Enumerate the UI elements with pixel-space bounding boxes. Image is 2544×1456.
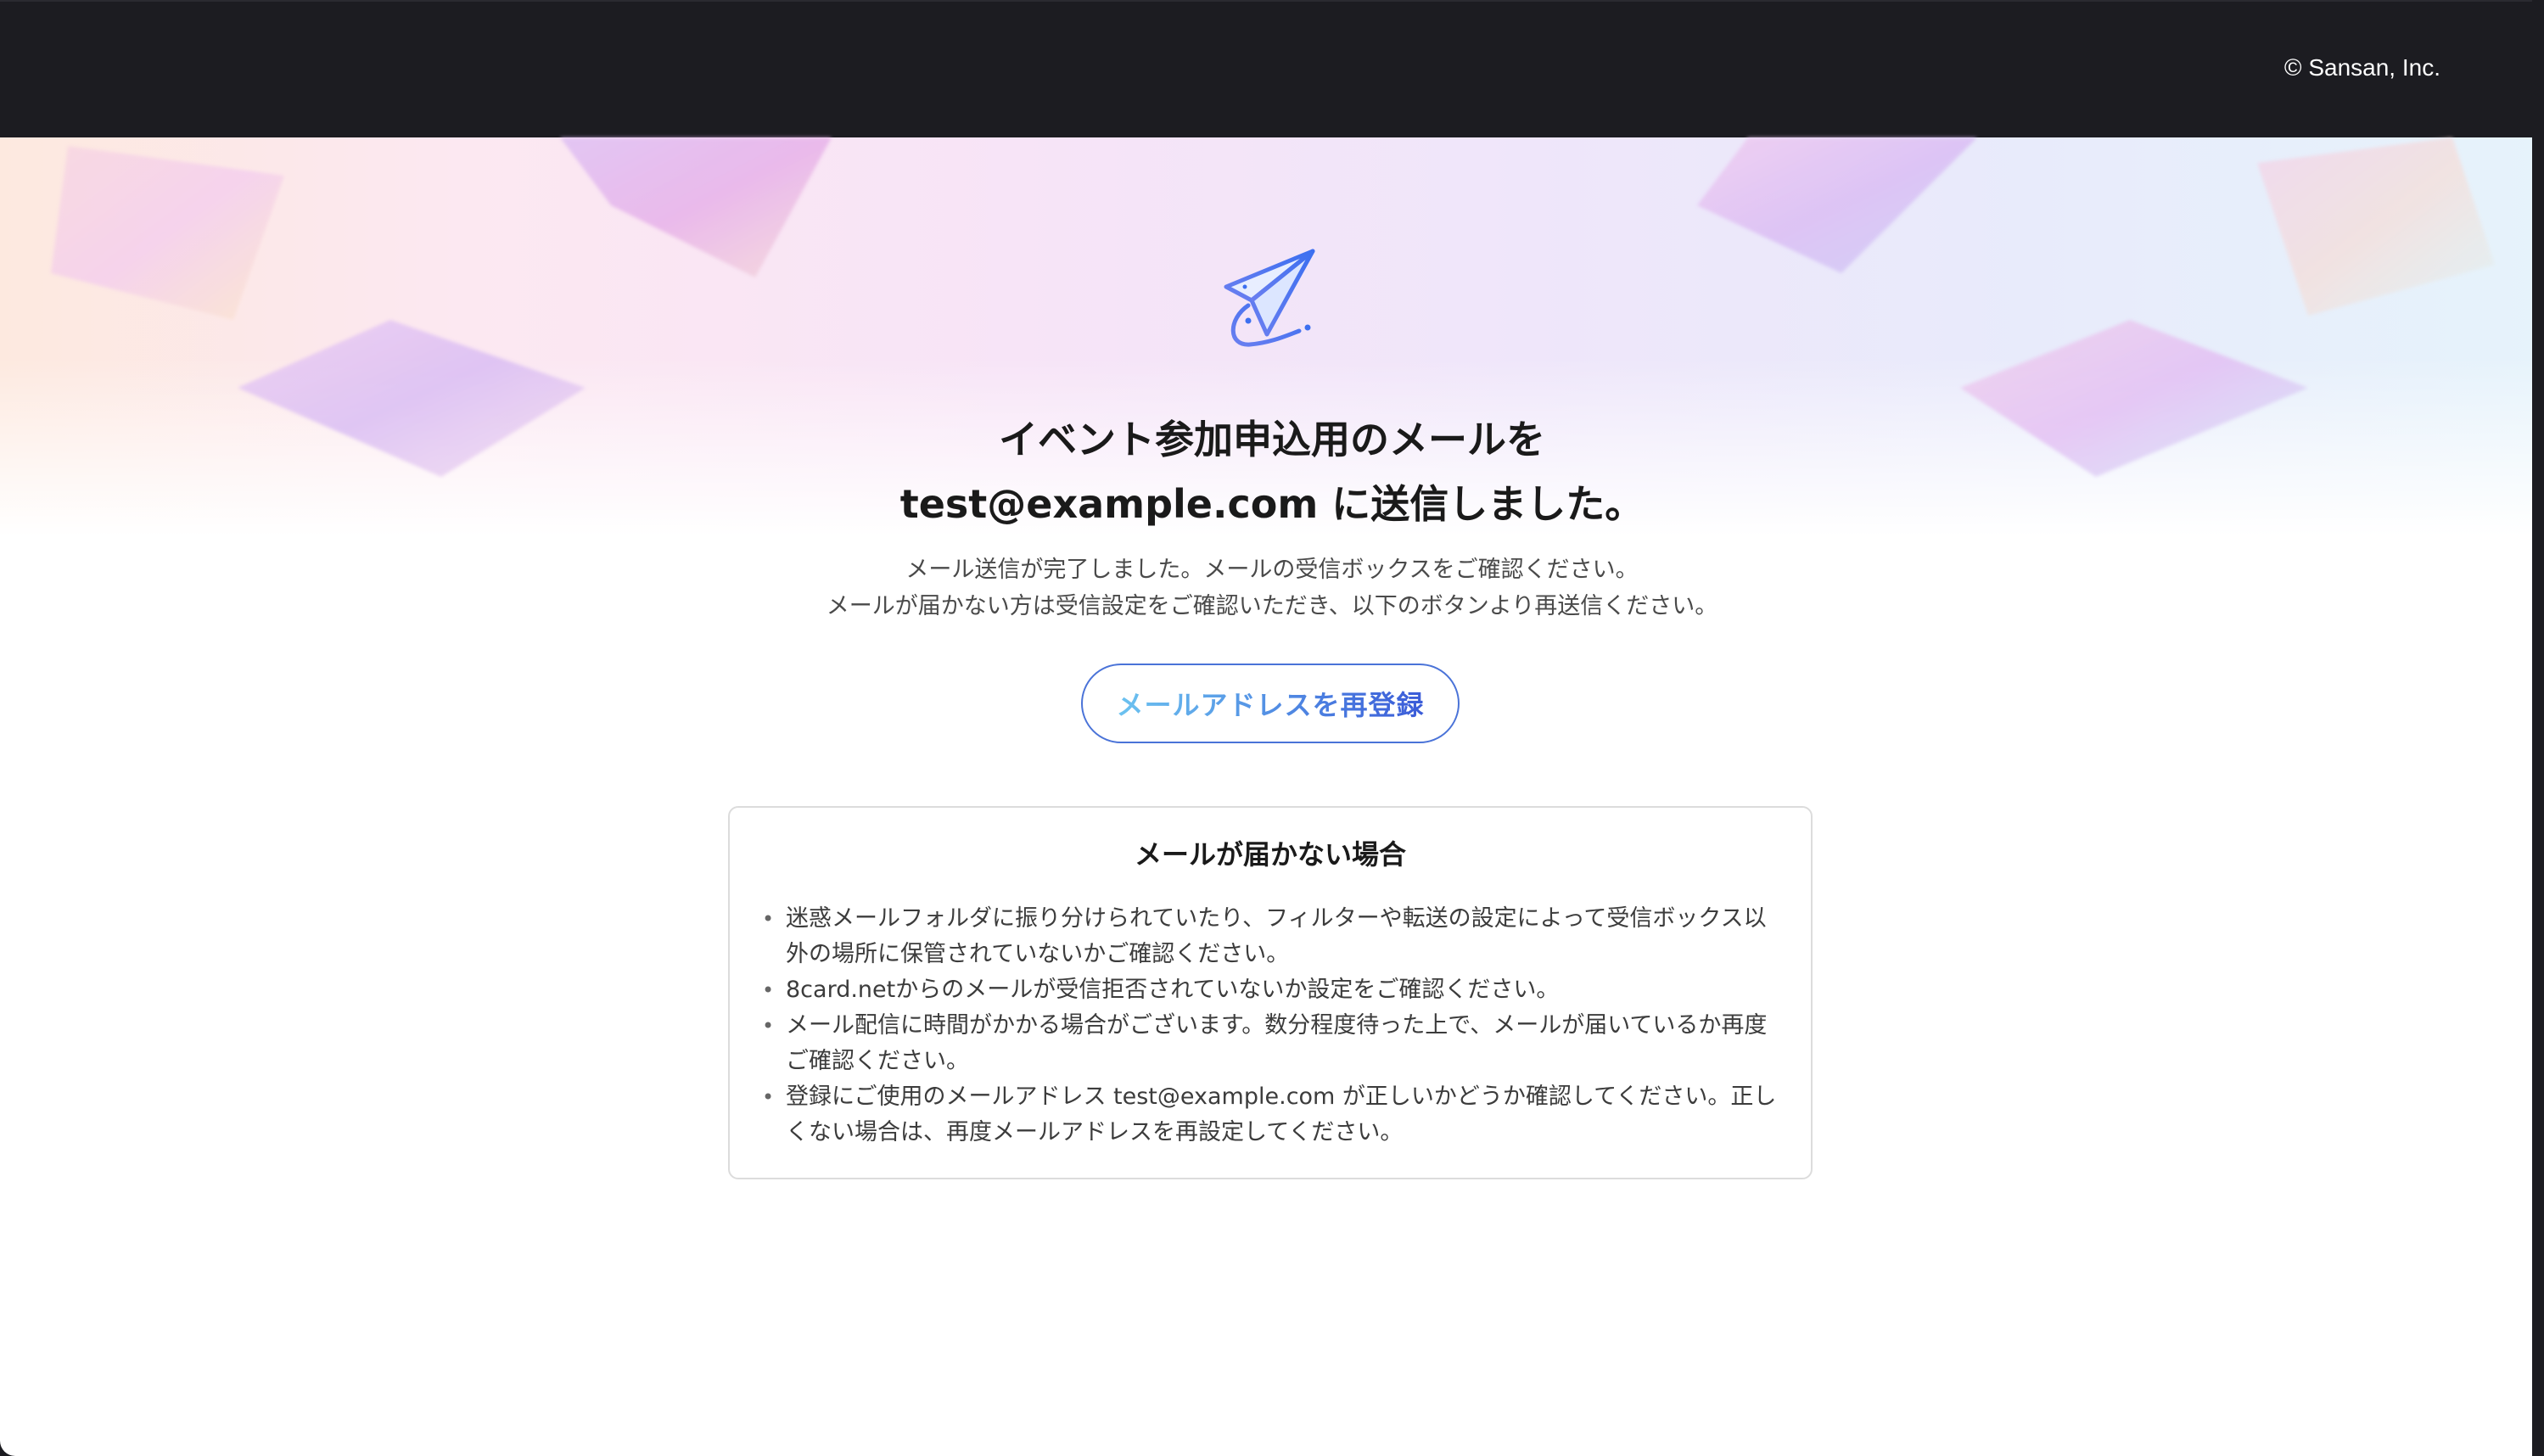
page-subtitle: メール送信が完了しました。メールの受信ボックスをご確認ください。 メールが届かな… (0, 552, 2544, 624)
paper-plane-icon (1224, 249, 1315, 347)
help-list: 迷惑メールフォルダに振り分けられていたり、フィルターや転送の設定によって受信ボッ… (762, 901, 1780, 1151)
decorative-shape-top-center-right (1697, 137, 1977, 273)
page: © Sansan, Inc. イベント参加申込用のメールを test@examp… (0, 0, 2544, 1456)
decorative-shape-left-top (51, 146, 284, 320)
email-not-received-help-box: メールが届かない場合 迷惑メールフォルダに振り分けられていたり、フィルターや転送… (728, 806, 1813, 1179)
window-edge (2532, 0, 2544, 1456)
help-item: 8card.netからのメールが受信拒否されていないか設定をご確認ください。 (762, 972, 1780, 1008)
help-title: メールが届かない場合 (1134, 838, 1406, 871)
decorative-shape-right-top (2257, 137, 2495, 316)
decorative-shape-top-center-left (560, 137, 832, 277)
title-line-1: イベント参加申込用のメールを (999, 417, 1545, 462)
title-line-2: test@example.com に送信しました。 (899, 481, 1645, 527)
subtitle-line-1: メール送信が完了しました。メールの受信ボックスをご確認ください。 (905, 557, 1639, 583)
help-item: 登録にご使用のメールアドレス test@example.com が正しいかどうか… (762, 1079, 1780, 1151)
help-item: 迷惑メールフォルダに振り分けられていたり、フィルターや転送の設定によって受信ボッ… (762, 901, 1780, 972)
copyright-text: © Sansan, Inc. (2283, 54, 2440, 81)
top-bar: © Sansan, Inc. (0, 0, 2544, 137)
subtitle-line-2: メールが届かない方は受信設定をご確認いただき、以下のボタンより再送信ください。 (826, 593, 1718, 619)
reregister-email-button-label: メールアドレスを再登録 (1116, 684, 1424, 723)
page-title: イベント参加申込用のメールを test@example.com に送信しました。 (0, 407, 2544, 536)
reregister-email-button[interactable]: メールアドレスを再登録 (1081, 664, 1460, 743)
help-item: メール配信に時間がかかる場合がございます。数分程度待った上で、メールが届いている… (762, 1008, 1780, 1079)
